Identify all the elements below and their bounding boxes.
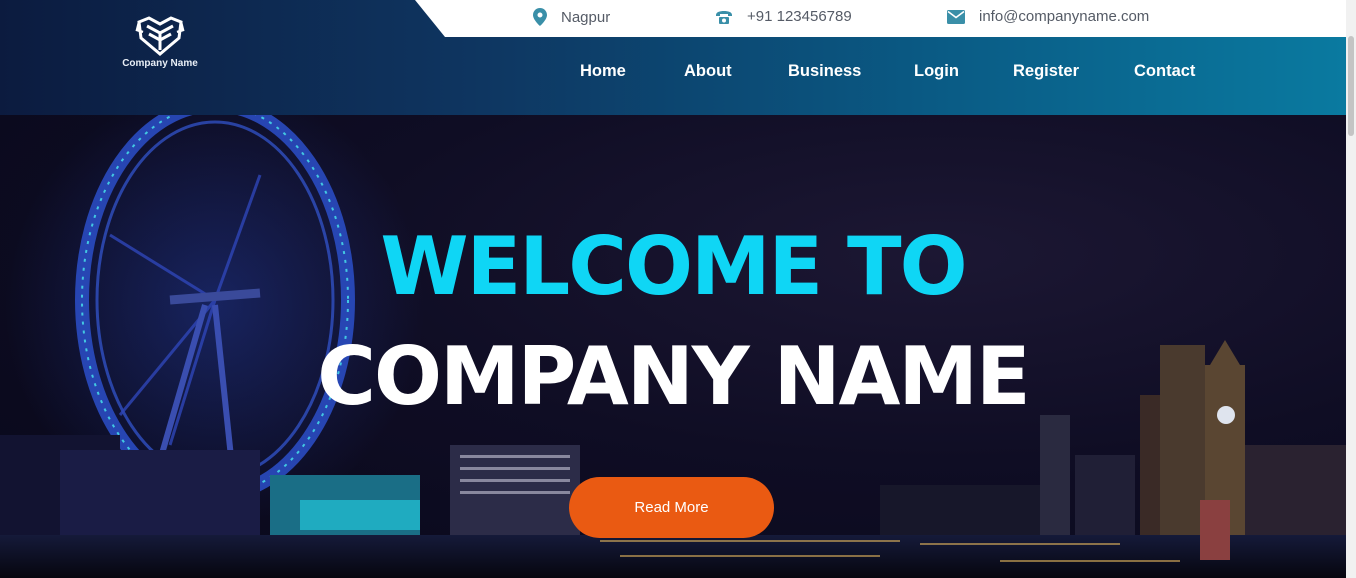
topbar-location: Nagpur: [533, 8, 610, 26]
email-text[interactable]: info@companyname.com: [979, 8, 1149, 25]
contact-topbar: Nagpur +91 123456789 info@companyname.co…: [415, 0, 1346, 37]
hero-banner: WELCOME TO COMPANY NAME Read More: [0, 115, 1346, 578]
phone-icon: [715, 10, 733, 24]
nav-item-business[interactable]: Business: [788, 62, 861, 81]
hero-title-line1: WELCOME TO: [380, 220, 967, 313]
envelope-icon: [947, 9, 965, 24]
map-pin-icon: [533, 8, 547, 26]
nav-item-home[interactable]: Home: [580, 62, 626, 81]
crest-logo-icon: [135, 16, 185, 56]
nav-item-contact[interactable]: Contact: [1134, 62, 1195, 81]
page-scrollbar[interactable]: [1346, 0, 1356, 578]
nav-item-login[interactable]: Login: [914, 62, 959, 81]
page: Nagpur +91 123456789 info@companyname.co…: [0, 0, 1356, 578]
location-text: Nagpur: [561, 8, 611, 26]
read-more-button[interactable]: Read More: [569, 477, 774, 538]
main-nav: Home About Business Login Register Conta…: [0, 62, 1346, 84]
topbar-phone[interactable]: +91 123456789: [715, 8, 852, 25]
phone-text[interactable]: +91 123456789: [747, 8, 852, 25]
nav-item-register[interactable]: Register: [1013, 62, 1079, 81]
topbar-email[interactable]: info@companyname.com: [947, 8, 1149, 25]
hero-title-line2: COMPANY NAME: [317, 330, 1030, 423]
scrollbar-thumb[interactable]: [1348, 36, 1354, 136]
site-header: Nagpur +91 123456789 info@companyname.co…: [0, 0, 1346, 115]
nav-item-about[interactable]: About: [684, 62, 732, 81]
